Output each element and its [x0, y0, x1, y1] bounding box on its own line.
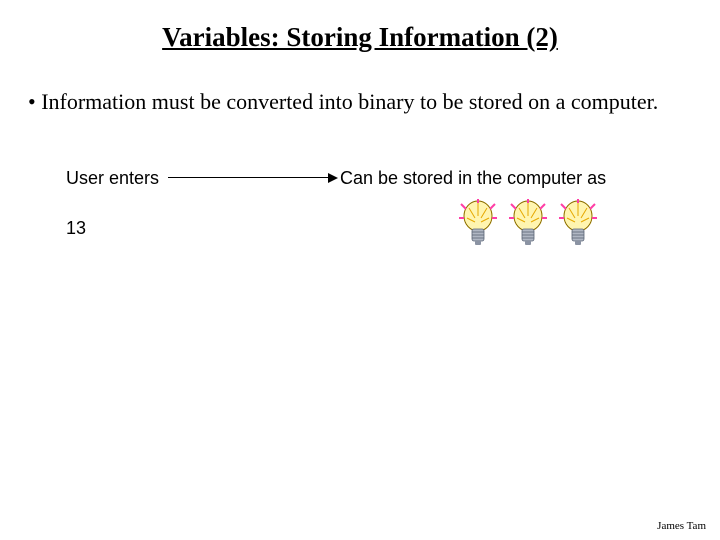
input-value: 13 — [66, 218, 86, 239]
lightbulb-icon — [555, 198, 601, 248]
arrow-line — [168, 177, 330, 178]
bulb-row — [455, 198, 601, 248]
arrow-head — [328, 173, 338, 183]
footer-author: James Tam — [657, 520, 706, 532]
bullet-item: • Information must be converted into bin… — [28, 88, 688, 116]
user-enters-label: User enters — [66, 168, 159, 189]
bullet-marker: • — [28, 88, 36, 116]
slide: Variables: Storing Information (2) • Inf… — [0, 0, 720, 540]
stored-as-label: Can be stored in the computer as — [340, 168, 606, 189]
lightbulb-icon — [505, 198, 551, 248]
lightbulb-icon — [455, 198, 501, 248]
bullet-text: Information must be converted into binar… — [41, 89, 658, 114]
arrow-icon — [168, 177, 338, 179]
slide-title: Variables: Storing Information (2) — [0, 22, 720, 53]
